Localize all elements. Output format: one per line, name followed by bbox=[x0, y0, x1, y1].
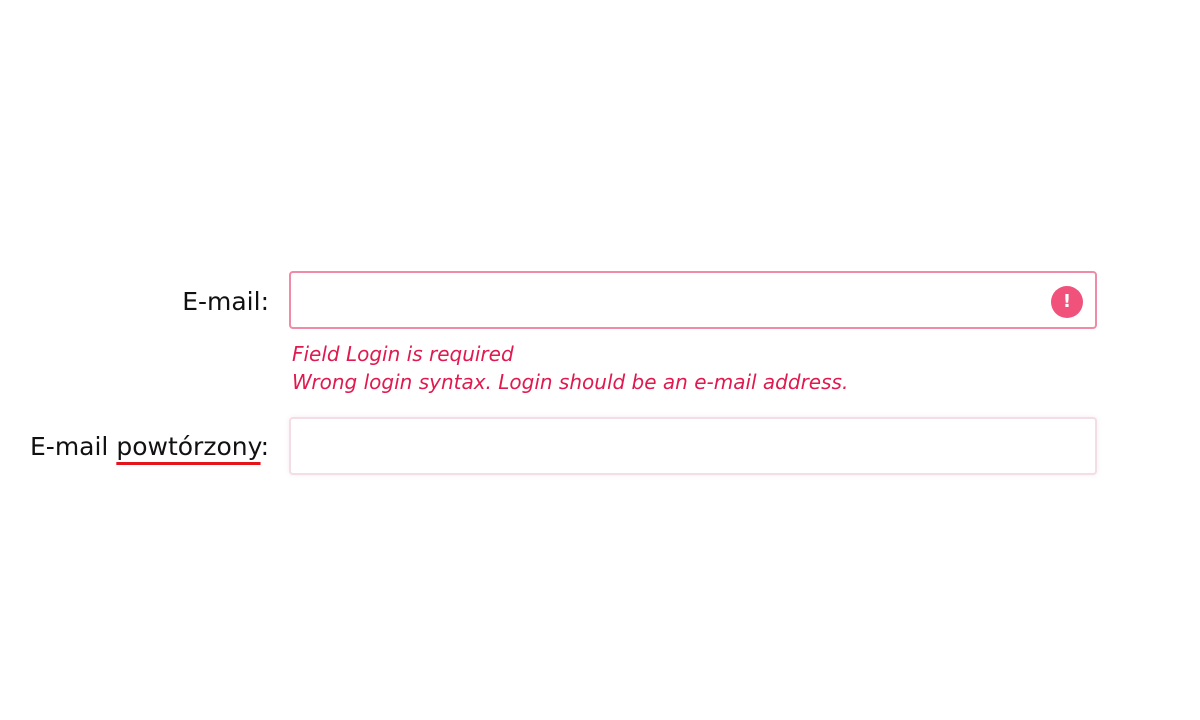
login-form: E-mail: ! Field Login is required Wrong … bbox=[0, 0, 1200, 720]
exclamation-icon: ! bbox=[1051, 286, 1083, 318]
email-repeat-label-colon: : bbox=[260, 432, 269, 461]
email-repeat-label: E-mail powtórzony: bbox=[30, 432, 269, 462]
email-label: E-mail: bbox=[182, 287, 269, 316]
spellcheck-misspelled-word: powtórzony bbox=[116, 432, 261, 461]
email-field[interactable] bbox=[289, 271, 1097, 329]
email-repeat-label-text: E-mail bbox=[30, 432, 117, 461]
error-message-syntax: Wrong login syntax. Login should be an e… bbox=[292, 370, 849, 394]
error-message-required: Field Login is required bbox=[292, 342, 514, 366]
email-error-messages: Field Login is required Wrong login synt… bbox=[292, 340, 848, 396]
email-repeat-field[interactable] bbox=[289, 417, 1097, 475]
